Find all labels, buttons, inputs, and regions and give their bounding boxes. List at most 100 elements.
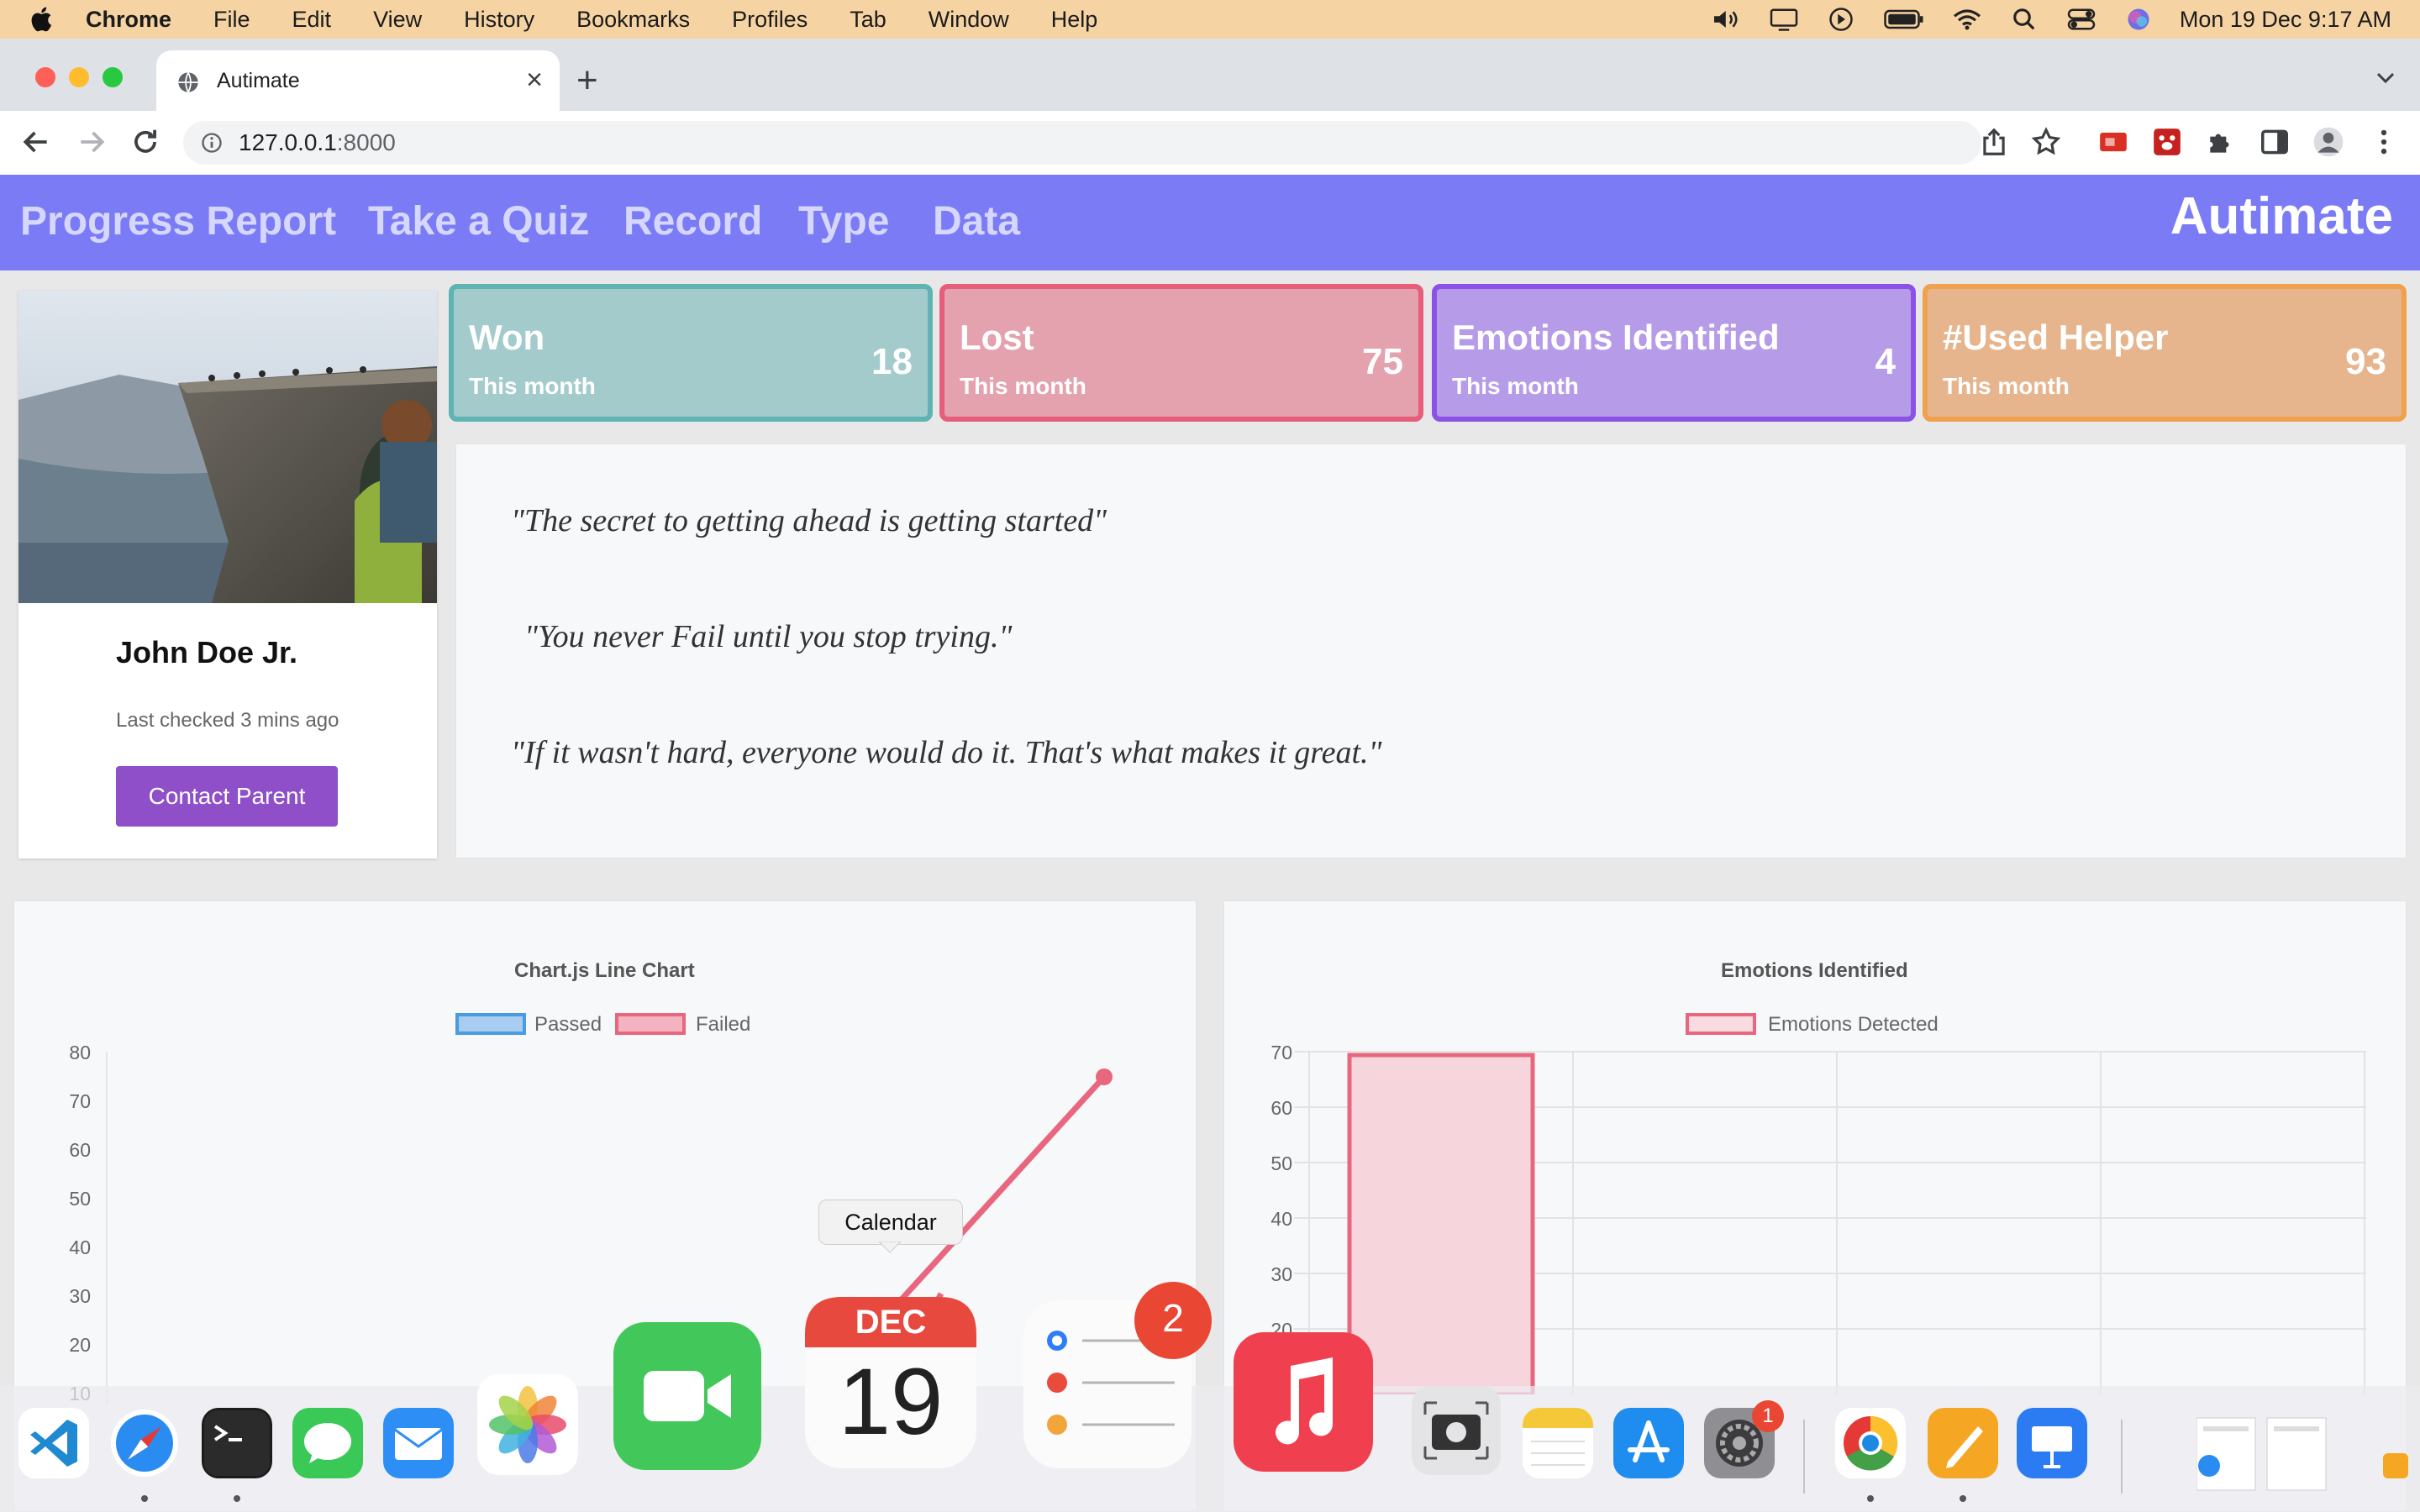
keynote-icon[interactable] — [2017, 1408, 2087, 1478]
app-navbar — [0, 175, 2420, 270]
vscode-icon[interactable] — [18, 1408, 89, 1478]
screenshot-icon[interactable] — [1412, 1386, 1501, 1475]
browser-tab[interactable]: Autimate × — [156, 50, 560, 111]
nav-take-a-quiz[interactable]: Take a Quiz — [368, 198, 589, 244]
chrome-icon[interactable] — [1835, 1408, 1906, 1478]
legend-label-passed[interactable]: Passed — [534, 1013, 602, 1037]
safari-mini-icon — [2198, 1455, 2220, 1477]
photos-icon[interactable] — [477, 1374, 578, 1475]
messages-icon[interactable] — [292, 1408, 363, 1478]
tab-close-icon[interactable]: × — [526, 66, 543, 94]
menu-history[interactable]: History — [464, 7, 534, 33]
contact-parent-button[interactable]: Contact Parent — [116, 766, 338, 827]
quote-2: "You never Fail until you stop trying." — [524, 619, 1013, 654]
music-icon[interactable] — [1234, 1332, 1373, 1472]
legend-label-emotions[interactable]: Emotions Detected — [1768, 1013, 1939, 1037]
running-indicator — [1960, 1495, 1966, 1502]
stat-period: This month — [1452, 373, 1579, 399]
pages-mini-icon — [2383, 1453, 2408, 1478]
facetime-icon[interactable] — [613, 1322, 761, 1470]
stat-label: #Used Helper — [1943, 318, 2169, 357]
stat-period: This month — [1943, 373, 2070, 399]
share-icon[interactable] — [1978, 126, 2010, 158]
stat-value: 18 — [871, 341, 913, 382]
menu-window[interactable]: Window — [929, 7, 1009, 33]
nav-type[interactable]: Type — [798, 198, 889, 244]
kebab-menu-icon[interactable] — [2368, 126, 2400, 158]
safari-icon[interactable] — [109, 1408, 180, 1478]
profile-avatar-icon[interactable] — [2312, 126, 2344, 158]
status-area: Mon 19 Dec 9:17 AM — [1711, 0, 2391, 39]
display-icon[interactable] — [1768, 7, 1800, 32]
clock[interactable]: Mon 19 Dec 9:17 AM — [2180, 7, 2391, 33]
side-panel-icon[interactable] — [2259, 126, 2291, 158]
menu-view[interactable]: View — [373, 7, 422, 33]
globe-icon — [178, 71, 198, 93]
stat-value: 4 — [1875, 341, 1896, 382]
forward-icon[interactable] — [76, 126, 108, 158]
menu-bookmarks[interactable]: Bookmarks — [576, 7, 690, 33]
play-icon[interactable] — [1825, 7, 1857, 32]
calendar-day: 19 — [838, 1349, 944, 1454]
stat-value: 75 — [1362, 341, 1403, 382]
notes-icon[interactable] — [1523, 1408, 1593, 1478]
reload-icon[interactable] — [129, 126, 161, 158]
legend-label-failed[interactable]: Failed — [696, 1013, 750, 1037]
bar-chart-title: Emotions Identified — [1721, 959, 1908, 982]
wifi-icon[interactable] — [1951, 7, 1983, 32]
siri-icon[interactable] — [2123, 7, 2154, 32]
menu-profiles[interactable]: Profiles — [732, 7, 808, 33]
last-checked: Last checked 3 mins ago — [116, 709, 339, 732]
failed-data-point[interactable] — [1096, 1068, 1113, 1085]
settings-badge-count: 1 — [1762, 1404, 1774, 1427]
stat-label: Won — [469, 318, 545, 357]
menu-help[interactable]: Help — [1051, 7, 1098, 33]
extension-paw-icon[interactable] — [2151, 126, 2183, 158]
menu-app-chrome[interactable]: Chrome — [86, 7, 171, 33]
extension-red-icon[interactable] — [2097, 126, 2129, 158]
apple-icon[interactable] — [29, 5, 57, 34]
stat-card-used-helper: #Used Helper This month 93 — [1923, 284, 2407, 422]
legend-swatch-failed[interactable] — [615, 1013, 686, 1035]
nav-progress-report[interactable]: Progress Report — [20, 198, 336, 244]
mail-icon[interactable] — [383, 1408, 454, 1478]
app-store-icon[interactable] — [1613, 1408, 1684, 1478]
back-icon[interactable] — [20, 126, 52, 158]
terminal-icon[interactable] — [202, 1408, 272, 1478]
stat-value: 93 — [2345, 341, 2386, 382]
bookmark-star-icon[interactable] — [2030, 126, 2062, 158]
stat-card-lost: Lost This month 75 — [939, 284, 1423, 422]
emotions-bar[interactable] — [1347, 1053, 1535, 1394]
info-icon[interactable] — [200, 131, 224, 155]
minimize-window-button[interactable] — [69, 67, 89, 87]
dock-tooltip: Calendar — [818, 1200, 963, 1245]
running-indicator — [1867, 1495, 1874, 1502]
puzzle-icon[interactable] — [2205, 126, 2237, 158]
chevron-down-icon[interactable] — [2375, 69, 2396, 86]
legend-swatch-emotions[interactable] — [1686, 1013, 1756, 1035]
menu-edit[interactable]: Edit — [292, 7, 332, 33]
menu-tab[interactable]: Tab — [850, 7, 886, 33]
control-center-icon[interactable] — [2065, 7, 2097, 32]
pages-icon[interactable] — [1928, 1408, 1998, 1478]
zoom-window-button[interactable] — [103, 67, 123, 87]
volume-icon[interactable] — [1711, 7, 1743, 32]
y-tick-label: 60 — [1270, 1097, 1292, 1119]
close-window-button[interactable] — [35, 67, 55, 87]
menu-file[interactable]: File — [213, 7, 250, 33]
nav-record[interactable]: Record — [623, 198, 762, 244]
quote-3: "If it wasn't hard, everyone would do it… — [511, 735, 1382, 770]
nav-data[interactable]: Data — [933, 198, 1020, 244]
stat-period: This month — [960, 373, 1086, 399]
stat-label: Lost — [960, 318, 1034, 357]
brand-logo[interactable]: Autimate — [2170, 186, 2393, 246]
stat-card-won: Won This month 18 — [449, 284, 933, 422]
bar-chart-plot — [1294, 1051, 2366, 1394]
legend-swatch-passed[interactable] — [455, 1013, 526, 1035]
calendar-month: DEC — [855, 1304, 927, 1341]
battery-icon[interactable] — [1882, 7, 1926, 32]
dock-divider — [2121, 1420, 2123, 1494]
new-tab-button[interactable]: + — [576, 62, 598, 99]
search-icon[interactable] — [2008, 7, 2040, 32]
address-bar[interactable]: 127.0.0.1:8000 — [183, 121, 1981, 165]
